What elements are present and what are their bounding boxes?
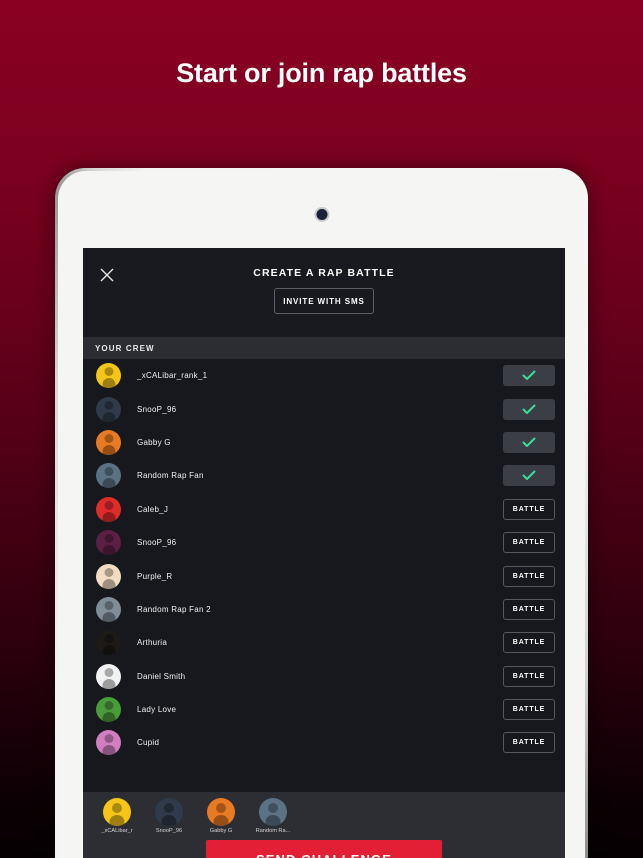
crew-row[interactable]: Random Rap Fan 2 BATTLE	[83, 593, 565, 626]
crew-row[interactable]: SnooP_96	[83, 392, 565, 425]
phone-bezel: CREATE A RAP BATTLE INVITE WITH SMS YOUR…	[58, 171, 585, 858]
battle-button[interactable]: BATTLE	[503, 498, 555, 520]
modal-header: CREATE A RAP BATTLE INVITE WITH SMS	[83, 248, 565, 337]
avatar	[96, 630, 121, 656]
app-screen: CREATE A RAP BATTLE INVITE WITH SMS YOUR…	[83, 248, 565, 858]
section-header-label: YOUR CREW	[95, 343, 155, 353]
crew-row[interactable]: Caleb_J BATTLE	[83, 493, 565, 526]
crew-member-name: _xCALibar_rank_1	[137, 371, 208, 381]
modal-title: CREATE A RAP BATTLE	[253, 267, 395, 279]
avatar	[96, 429, 121, 455]
selected-check-button[interactable]	[503, 398, 555, 420]
avatar	[96, 563, 121, 589]
battle-button[interactable]: BATTLE	[503, 565, 555, 587]
battle-button[interactable]: BATTLE	[503, 732, 555, 754]
crew-list[interactable]: _xCALibar_rank_1 SnooP_96 Gabby G Random Ra…	[83, 359, 565, 858]
crew-member-name: Random Rap Fan	[137, 471, 204, 481]
check-icon	[522, 470, 536, 481]
crew-member-name: Lady Love	[137, 705, 177, 715]
crew-member-name: SnooP_96	[137, 404, 177, 414]
crew-row[interactable]: Gabby G	[83, 426, 565, 459]
crew-row[interactable]: Arthuria BATTLE	[83, 626, 565, 659]
selected-check-button[interactable]	[503, 431, 555, 453]
avatar	[96, 530, 121, 556]
avatar	[96, 363, 121, 389]
crew-member-name: Caleb_J	[137, 504, 169, 514]
crew-member-name: Cupid	[137, 738, 160, 748]
selected-crew-chip-label: Gabby G	[209, 828, 233, 834]
crew-member-name: Daniel Smith	[137, 671, 186, 681]
avatar	[96, 663, 121, 689]
avatar	[155, 798, 183, 826]
battle-button[interactable]: BATTLE	[503, 598, 555, 620]
crew-member-name: Random Rap Fan 2	[137, 604, 211, 614]
avatar	[96, 697, 121, 723]
section-header-your-crew: YOUR CREW	[83, 337, 565, 359]
crew-row[interactable]: Random Rap Fan	[83, 459, 565, 492]
crew-row[interactable]: _xCALibar_rank_1	[83, 359, 565, 392]
selected-crew-chip-label: Random Ra...	[255, 828, 291, 834]
selected-check-button[interactable]	[503, 465, 555, 487]
check-icon	[522, 437, 536, 447]
avatar	[259, 798, 287, 826]
crew-row[interactable]: SnooP_96 BATTLE	[83, 526, 565, 559]
avatar	[96, 596, 121, 622]
avatar	[96, 496, 121, 522]
battle-button[interactable]: BATTLE	[503, 532, 555, 554]
check-icon	[522, 404, 536, 414]
crew-member-name: Purple_R	[137, 571, 173, 581]
crew-member-name: Gabby G	[137, 437, 171, 447]
avatar	[96, 730, 121, 756]
battle-button[interactable]: BATTLE	[503, 665, 555, 687]
page-title: Start or join rap battles	[176, 58, 467, 88]
front-camera-icon	[316, 209, 327, 220]
invite-with-sms-button[interactable]: INVITE WITH SMS	[274, 288, 374, 314]
selected-crew-chip[interactable]: SnooP_96	[148, 798, 190, 834]
battle-button[interactable]: BATTLE	[503, 699, 555, 721]
bottom-action-bar: _xCALibar_r SnooP_96 Gabby G Random Ra... S…	[83, 792, 565, 858]
selected-crew-tray: _xCALibar_r SnooP_96 Gabby G Random Ra...	[83, 792, 565, 834]
crew-member-name: Arthuria	[137, 638, 168, 648]
crew-row[interactable]: Cupid BATTLE	[83, 726, 565, 759]
selected-check-button[interactable]	[503, 365, 555, 387]
selected-crew-chip[interactable]: Gabby G	[200, 798, 242, 834]
battle-button[interactable]: BATTLE	[503, 632, 555, 654]
check-icon	[522, 370, 536, 381]
selected-crew-chip[interactable]: _xCALibar_r	[96, 798, 138, 834]
selected-crew-chip-label: SnooP_96	[155, 828, 183, 834]
avatar	[207, 798, 235, 826]
send-challenge-button[interactable]: SEND CHALLENGE	[206, 840, 442, 858]
crew-row[interactable]: Purple_R BATTLE	[83, 559, 565, 592]
crew-member-name: SnooP_96	[137, 538, 177, 548]
selected-crew-chip-label: _xCALibar_r	[101, 828, 133, 834]
selected-crew-chip[interactable]: Random Ra...	[252, 798, 294, 834]
avatar	[96, 463, 121, 489]
crew-row[interactable]: Lady Love BATTLE	[83, 693, 565, 726]
crew-row[interactable]: Daniel Smith BATTLE	[83, 660, 565, 693]
avatar	[96, 396, 121, 422]
avatar	[103, 798, 131, 826]
phone-device-frame: CREATE A RAP BATTLE INVITE WITH SMS YOUR…	[55, 168, 588, 858]
